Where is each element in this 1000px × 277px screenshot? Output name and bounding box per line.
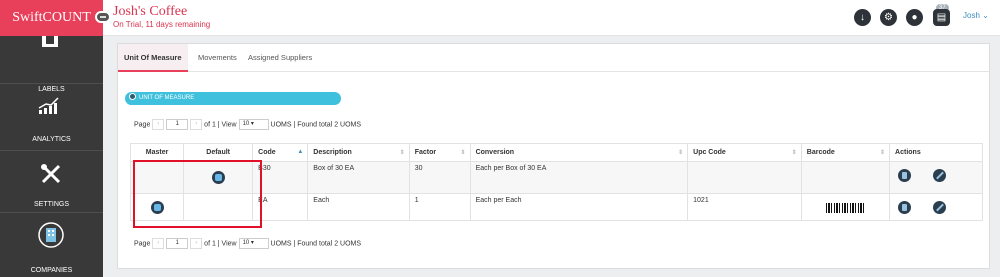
section-title: UNIT OF MEASURE [139, 95, 195, 101]
sidebar-toggle-icon[interactable] [95, 11, 111, 23]
settings-tools-icon [41, 164, 61, 184]
column-header-default: Default [183, 143, 254, 162]
actions-cell [889, 193, 983, 221]
sidebar-divider [0, 212, 103, 213]
sort-icon: ⇕ [399, 150, 405, 156]
sort-icon: ⇕ [460, 150, 466, 156]
pager-page-label: Page [134, 240, 151, 248]
delete-icon[interactable] [898, 201, 912, 214]
column-header-barcode[interactable]: Barcode ⇕ [800, 143, 891, 162]
brand-logo[interactable]: SwiftCOUNT [0, 0, 103, 36]
sort-icon: ⇕ [791, 150, 797, 156]
tab-unit-of-measure[interactable]: Unit Of Measure [118, 44, 188, 72]
shop-name[interactable]: Josh's Coffee [113, 4, 187, 19]
column-header-conversion[interactable]: Conversion ⇕ [469, 143, 689, 162]
page-number-input[interactable]: 1 [166, 238, 189, 249]
prev-page-button[interactable]: ‹ [152, 238, 165, 249]
sidebar-item-analytics[interactable]: ANALYTICS [0, 86, 103, 151]
notification-icon[interactable]: ● [906, 9, 923, 26]
column-header-description[interactable]: Description ⇕ [307, 143, 410, 162]
sort-icon: ⇕ [880, 150, 886, 156]
sidebar-item-label: COMPANIES [30, 267, 73, 274]
upc-cell: 1021 [687, 193, 802, 221]
barcode-cell [800, 161, 891, 194]
view-count-select[interactable]: 10 ▾ [238, 119, 269, 130]
column-header-upc-code[interactable]: Upc Code ⇕ [687, 143, 802, 162]
upc-cell [687, 161, 802, 194]
tab-movements[interactable]: Movements [198, 44, 237, 72]
analytics-icon [38, 97, 59, 114]
conversion-cell: Each per Each [469, 193, 689, 221]
tab-bar: Unit Of Measure Movements Assigned Suppl… [118, 44, 989, 72]
companies-icon [38, 222, 64, 248]
section-header: UNIT OF MEASURE [125, 92, 341, 105]
brand-logo-text: SwiftCOUNT [12, 10, 91, 25]
clipboard-icon[interactable]: ▤ [933, 9, 950, 26]
next-page-button[interactable]: › [190, 119, 203, 130]
user-name: Josh [963, 11, 980, 20]
edit-icon[interactable] [933, 169, 946, 182]
pager-of-text: of 1 | View [204, 121, 237, 129]
sort-icon: ⇕ [678, 150, 684, 156]
sidebar-item-label: SETTINGS [33, 201, 69, 208]
pager-top: Page ‹ 1 › of 1 | View 10 ▾ UOMS | Found… [134, 119, 361, 131]
trial-notice: On Trial, 11 days remaining [113, 20, 211, 29]
column-header-master: Master [129, 143, 185, 162]
barcode-image [826, 203, 865, 213]
page-number-input[interactable]: 1 [166, 119, 189, 130]
sidebar-item-label: ANALYTICS [32, 136, 71, 143]
description-cell: Each [307, 193, 410, 221]
column-header-factor[interactable]: Factor ⇕ [408, 143, 471, 162]
download-icon[interactable]: ↓ [854, 9, 871, 26]
user-menu[interactable]: Josh ⌄ [963, 11, 989, 20]
sidebar-item-settings[interactable]: SETTINGS [0, 151, 103, 216]
actions-cell [889, 161, 983, 194]
sort-ascending-icon: ▲ [297, 149, 304, 155]
pager-page-label: Page [134, 121, 151, 129]
factor-cell: 1 [408, 193, 471, 221]
select-caret-icon: ▾ [250, 121, 254, 127]
sidebar-item-companies[interactable]: COMPANIES [0, 216, 103, 277]
settings-icon[interactable]: ⚙ [880, 9, 897, 26]
view-count-select[interactable]: 10 ▾ [238, 238, 269, 249]
description-cell: Box of 30 EA [307, 161, 410, 194]
factor-cell: 30 [408, 161, 471, 194]
pager-summary: UOMS | Found total 2 UOMS [270, 121, 362, 129]
view-count-value: 10 [242, 121, 250, 127]
column-header-actions: Actions [889, 143, 983, 162]
prev-page-button[interactable]: ‹ [152, 119, 165, 130]
chevron-down-icon: ⌄ [982, 11, 989, 20]
highlight-box [133, 160, 262, 228]
pager-summary: UOMS | Found total 2 UOMS [270, 240, 362, 248]
select-caret-icon: ▾ [250, 240, 254, 246]
edit-icon[interactable] [933, 201, 946, 214]
sidebar-divider [0, 83, 103, 84]
pager-bottom: Page ‹ 1 › of 1 | View 10 ▾ UOMS | Found… [134, 238, 361, 250]
view-count-value: 10 [242, 240, 250, 246]
sidebar: LABELS ANALYTICS SETTINGS COMPANIES [0, 36, 103, 277]
pager-of-text: of 1 | View [204, 240, 237, 248]
delete-icon[interactable] [898, 169, 912, 182]
barcode-cell [800, 193, 891, 221]
table-header-row: Master Default Code ▲ Description ⇕ Factor… [129, 143, 983, 162]
section-icon [129, 93, 136, 100]
labels-icon [42, 36, 58, 47]
column-header-code[interactable]: Code ▲ [252, 143, 309, 162]
tab-assigned-suppliers[interactable]: Assigned Suppliers [248, 44, 312, 72]
conversion-cell: Each per Box of 30 EA [469, 161, 689, 194]
next-page-button[interactable]: › [190, 238, 203, 249]
